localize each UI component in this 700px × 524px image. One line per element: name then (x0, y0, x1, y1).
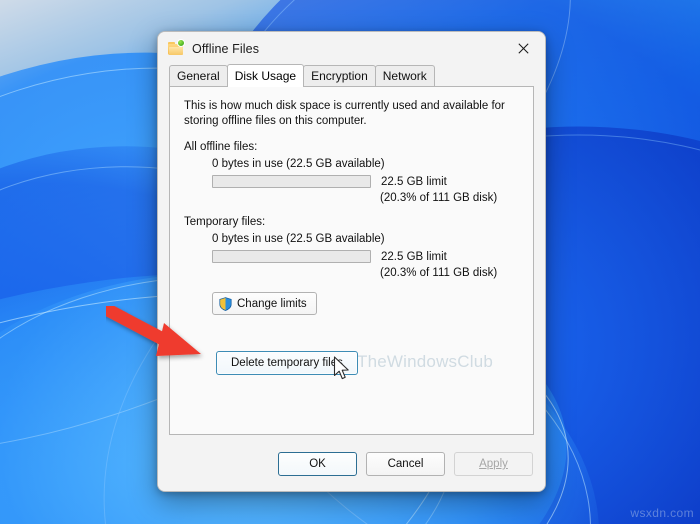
thewindowsclub-text: TheWindowsClub (357, 352, 494, 371)
apply-label: Apply (479, 458, 508, 470)
tab-general[interactable]: General (169, 65, 228, 86)
close-icon[interactable] (501, 32, 545, 65)
delete-temporary-files-button[interactable]: Delete temporary files (216, 351, 358, 375)
dialog-title: Offline Files (192, 41, 260, 56)
tab-strip: General Disk Usage Encryption Network (158, 64, 545, 87)
site-watermark: wsxdn.com (630, 506, 694, 520)
apply-button: Apply (454, 452, 533, 476)
temporary-files-progressbar (212, 250, 371, 263)
temporary-files-disk-note: (20.3% of 111 GB disk) (380, 267, 498, 279)
offline-files-dialog: Offline Files General Disk Usage Encrypt… (157, 31, 546, 492)
all-offline-files-bar-row: 22.5 GB limit (212, 175, 533, 188)
all-offline-files-limit: 22.5 GB limit (381, 175, 447, 188)
temporary-files-label: Temporary files: (184, 216, 266, 228)
temporary-files-usage: 0 bytes in use (22.5 GB available) (212, 233, 385, 245)
tab-encryption[interactable]: Encryption (303, 65, 376, 86)
dialog-titlebar[interactable]: Offline Files (158, 32, 545, 65)
change-limits-button[interactable]: Change limits (212, 292, 317, 315)
delete-temporary-files-label: Delete temporary files (231, 357, 343, 369)
temporary-files-bar-row: 22.5 GB limit (212, 250, 533, 263)
cancel-button[interactable]: Cancel (366, 452, 445, 476)
temporary-files-limit: 22.5 GB limit (381, 250, 447, 263)
tab-network[interactable]: Network (374, 65, 435, 86)
tab-disk-usage[interactable]: Disk Usage (226, 64, 305, 87)
all-offline-files-usage: 0 bytes in use (22.5 GB available) (212, 158, 385, 170)
dialog-footer: OK Cancel Apply (158, 437, 545, 491)
uac-shield-icon (219, 296, 232, 311)
change-limits-label: Change limits (237, 297, 307, 310)
all-offline-files-disk-note: (20.3% of 111 GB disk) (380, 192, 498, 204)
all-offline-files-progressbar (212, 175, 371, 188)
ok-button[interactable]: OK (278, 452, 357, 476)
disk-usage-panel: This is how much disk space is currently… (169, 86, 534, 435)
panel-description: This is how much disk space is currently… (184, 100, 505, 127)
all-offline-files-label: All offline files: (184, 141, 258, 153)
offline-folder-icon (168, 38, 185, 57)
